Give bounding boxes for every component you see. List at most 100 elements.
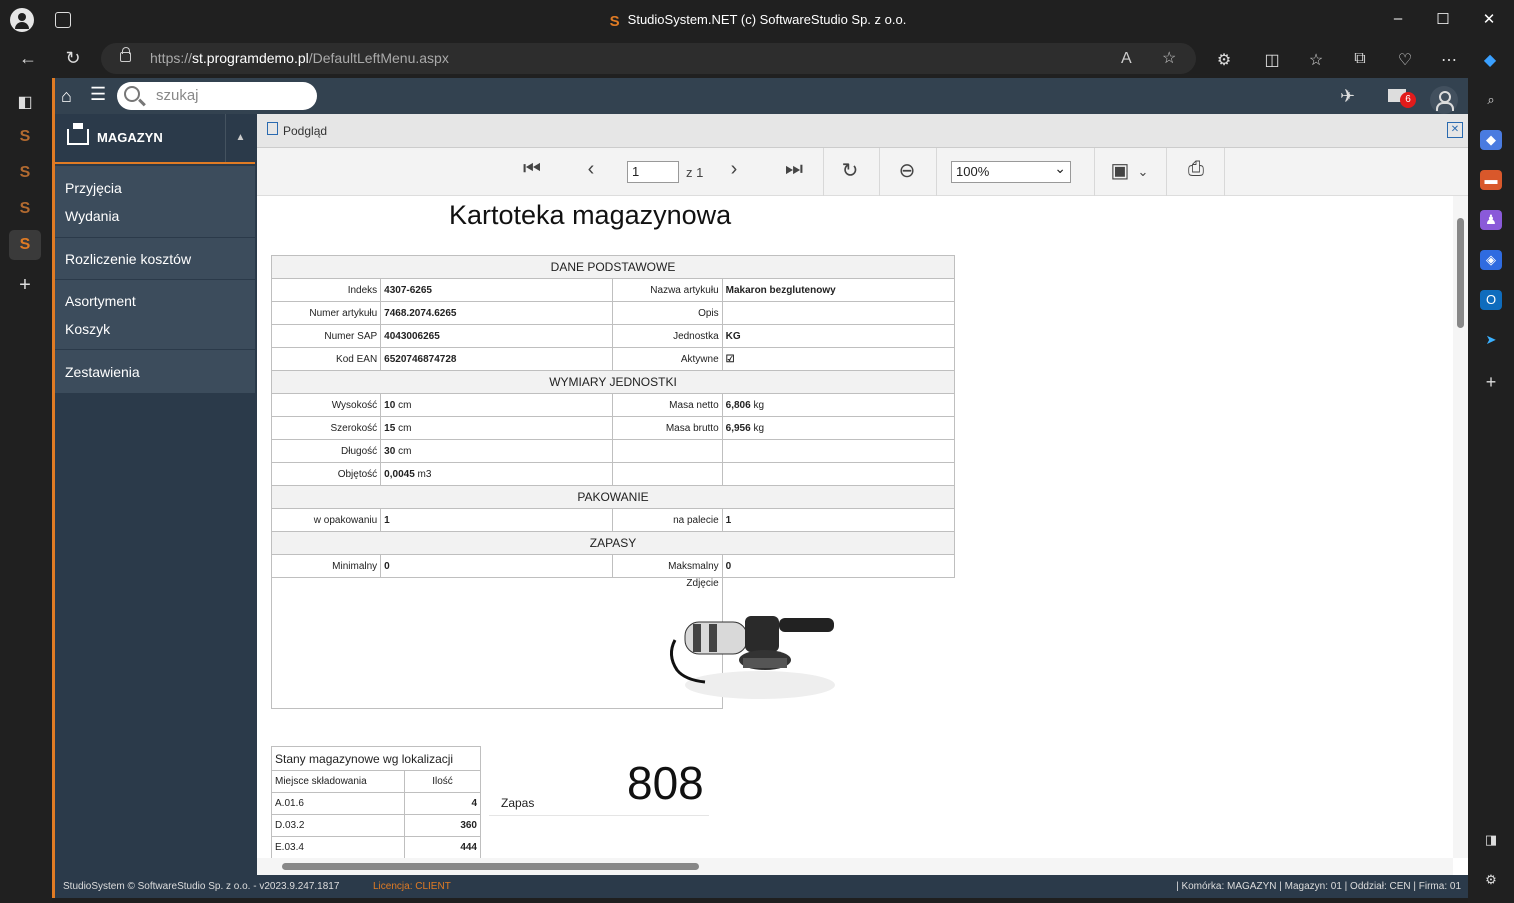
extensions-icon[interactable]: ⚙ (1214, 50, 1234, 70)
table-row: D.03.2 360 (271, 814, 481, 837)
field-value (721, 301, 956, 325)
scrollbar-thumb[interactable] (282, 863, 699, 870)
menu-item-zestawienia[interactable]: Zestawienia (55, 358, 255, 386)
scrollbar-thumb[interactable] (1457, 218, 1464, 328)
stock-table-title: Stany magazynowe wg lokalizacji (271, 746, 481, 771)
copilot-icon[interactable]: ◆ (1480, 50, 1500, 70)
print-icon[interactable]: ⎙ (1183, 158, 1209, 181)
stock-by-location-table: Stany magazynowe wg lokalizacji Miejsce … (271, 746, 481, 858)
next-page-button[interactable]: › (721, 158, 747, 181)
field-value: 30 cm (380, 439, 614, 463)
field-value: 1 (721, 508, 956, 532)
save-dropdown-icon[interactable]: ⌄ (1130, 164, 1156, 180)
last-page-button[interactable]: ⏭ (781, 158, 807, 181)
tab-studiosystem-3[interactable]: S (14, 198, 36, 220)
vertical-scrollbar[interactable] (1453, 196, 1468, 858)
edge-sidebar: ⌕ ◆ ▬ ♟ ◈ O ➤ + ◨ ⚙ (1468, 78, 1514, 903)
tab-actions-icon[interactable]: ◧ (14, 92, 36, 114)
menu-item-koszyk[interactable]: Koszyk (55, 315, 255, 343)
shopping-icon[interactable]: ◆ (1480, 130, 1502, 150)
home-icon[interactable]: ⌂ (61, 86, 72, 107)
fullscreen-icon[interactable]: ✕ (1447, 122, 1463, 138)
url-prefix: https:// (150, 50, 193, 66)
search-input[interactable]: szukaj (117, 82, 317, 110)
copilot-sidebar-icon[interactable]: ◈ (1480, 250, 1502, 270)
toolbar-separator (1094, 148, 1095, 196)
favorite-star-icon[interactable]: ☆ (1162, 43, 1176, 74)
new-tab-icon[interactable]: + (14, 274, 36, 296)
telegram-icon[interactable]: ➤ (1480, 330, 1502, 350)
games-icon[interactable]: ♟ (1480, 210, 1502, 230)
zoom-select[interactable]: 100% (951, 158, 1071, 183)
field-label: Aktywne (612, 347, 723, 371)
browser-essentials-icon[interactable]: ♡ (1395, 50, 1415, 70)
back-button[interactable]: ← (16, 48, 40, 69)
tools-icon[interactable]: ▬ (1480, 170, 1502, 190)
collections-icon[interactable]: ⧉ (1350, 50, 1370, 68)
outlook-icon[interactable]: O (1480, 290, 1502, 310)
module-header[interactable]: MAGAZYN ▲ (55, 114, 255, 164)
refresh-button[interactable]: ↻ (61, 48, 85, 69)
maximize-button[interactable]: ☐ (1433, 10, 1453, 28)
column-header: Miejsce składowania (271, 770, 405, 793)
table-cell: D.03.2 (271, 814, 405, 837)
page-number-input[interactable]: 1 (627, 161, 679, 183)
menu-item-przyjecia[interactable]: Przyjęcia (55, 174, 255, 202)
item-card-table: DANE PODSTAWOWE Indeks 4307-6265 Nazwa a… (270, 255, 956, 709)
field-value: 15 cm (380, 416, 614, 440)
read-aloud-icon[interactable]: A (1121, 43, 1132, 74)
search-icon[interactable]: ⌕ (1480, 90, 1502, 110)
user-icon[interactable] (1430, 86, 1458, 114)
field-label: Numer artykułu (270, 301, 382, 325)
value-unit: cm (398, 445, 412, 457)
section-header: PAKOWANIE (271, 485, 955, 509)
url-field[interactable]: https://st.programdemo.pl/DefaultLeftMen… (101, 43, 1196, 74)
studiosystem-app: ⌂ ☰ szukaj ✈ 6 MAGAZYN ▲ Przyjęcia Wydan… (52, 78, 1468, 898)
tab-studiosystem-active[interactable]: S (9, 230, 41, 260)
back-to-parent-button[interactable]: ⊖ (894, 158, 920, 183)
menu-item-asortyment[interactable]: Asortyment (55, 287, 255, 315)
minimize-button[interactable]: – (1388, 10, 1408, 27)
lock-icon (120, 47, 131, 62)
field-value: 0 (380, 554, 614, 578)
field-value: 4043006265 (380, 324, 614, 348)
url-domain: st.programdemo.pl (192, 50, 309, 66)
tab-studiosystem-2[interactable]: S (14, 162, 36, 184)
toolbar-separator (1166, 148, 1167, 196)
field-label: Wysokość (270, 393, 382, 417)
table-cell: A.01.6 (271, 792, 405, 815)
field-label: Jednostka (612, 324, 723, 348)
refresh-report-button[interactable]: ↻ (837, 158, 863, 183)
split-screen-icon[interactable]: ◫ (1262, 50, 1282, 70)
add-sidebar-app-icon[interactable]: + (1480, 372, 1502, 392)
field-label: Numer SAP (270, 324, 382, 348)
horizontal-scrollbar[interactable] (257, 858, 1453, 875)
plane-icon[interactable]: ✈ (1340, 86, 1355, 107)
collapse-caret-icon[interactable]: ▲ (225, 114, 255, 162)
tab-studiosystem-1[interactable]: S (14, 126, 36, 148)
value-unit: cm (398, 399, 412, 411)
field-value: 4307-6265 (380, 278, 614, 302)
menu-toggle-icon[interactable]: ☰ (90, 84, 106, 105)
sidebar-settings-icon[interactable]: ⚙ (1480, 870, 1502, 890)
page-count: z 1 (686, 165, 704, 180)
report-page: Kartoteka magazynowa DANE PODSTAWOWE Ind… (257, 196, 1453, 858)
menu-item-rozliczenie-kosztow[interactable]: Rozliczenie kosztów (55, 245, 255, 273)
value-number: 15 (384, 422, 396, 434)
warehouse-icon (67, 123, 89, 145)
field-label: Długość (270, 439, 382, 463)
field-value: 10 cm (380, 393, 614, 417)
field-label: na palecie (612, 508, 723, 532)
favorites-icon[interactable]: ☆ (1306, 50, 1326, 70)
url-path: /DefaultLeftMenu.aspx (308, 50, 449, 66)
hide-sidebar-icon[interactable]: ◨ (1480, 830, 1502, 850)
menu-group-2: Rozliczenie kosztów (55, 238, 255, 280)
mail-badge: 6 (1400, 92, 1416, 108)
field-label: w opakowaniu (270, 508, 382, 532)
more-options-icon[interactable]: ⋯ (1439, 50, 1459, 70)
prev-page-button[interactable]: ‹ (578, 158, 604, 181)
first-page-button[interactable]: ⏮ (519, 158, 545, 181)
photo-label: Zdjęcie (686, 578, 719, 589)
close-button[interactable]: ✕ (1479, 10, 1499, 28)
menu-item-wydania[interactable]: Wydania (55, 202, 255, 230)
